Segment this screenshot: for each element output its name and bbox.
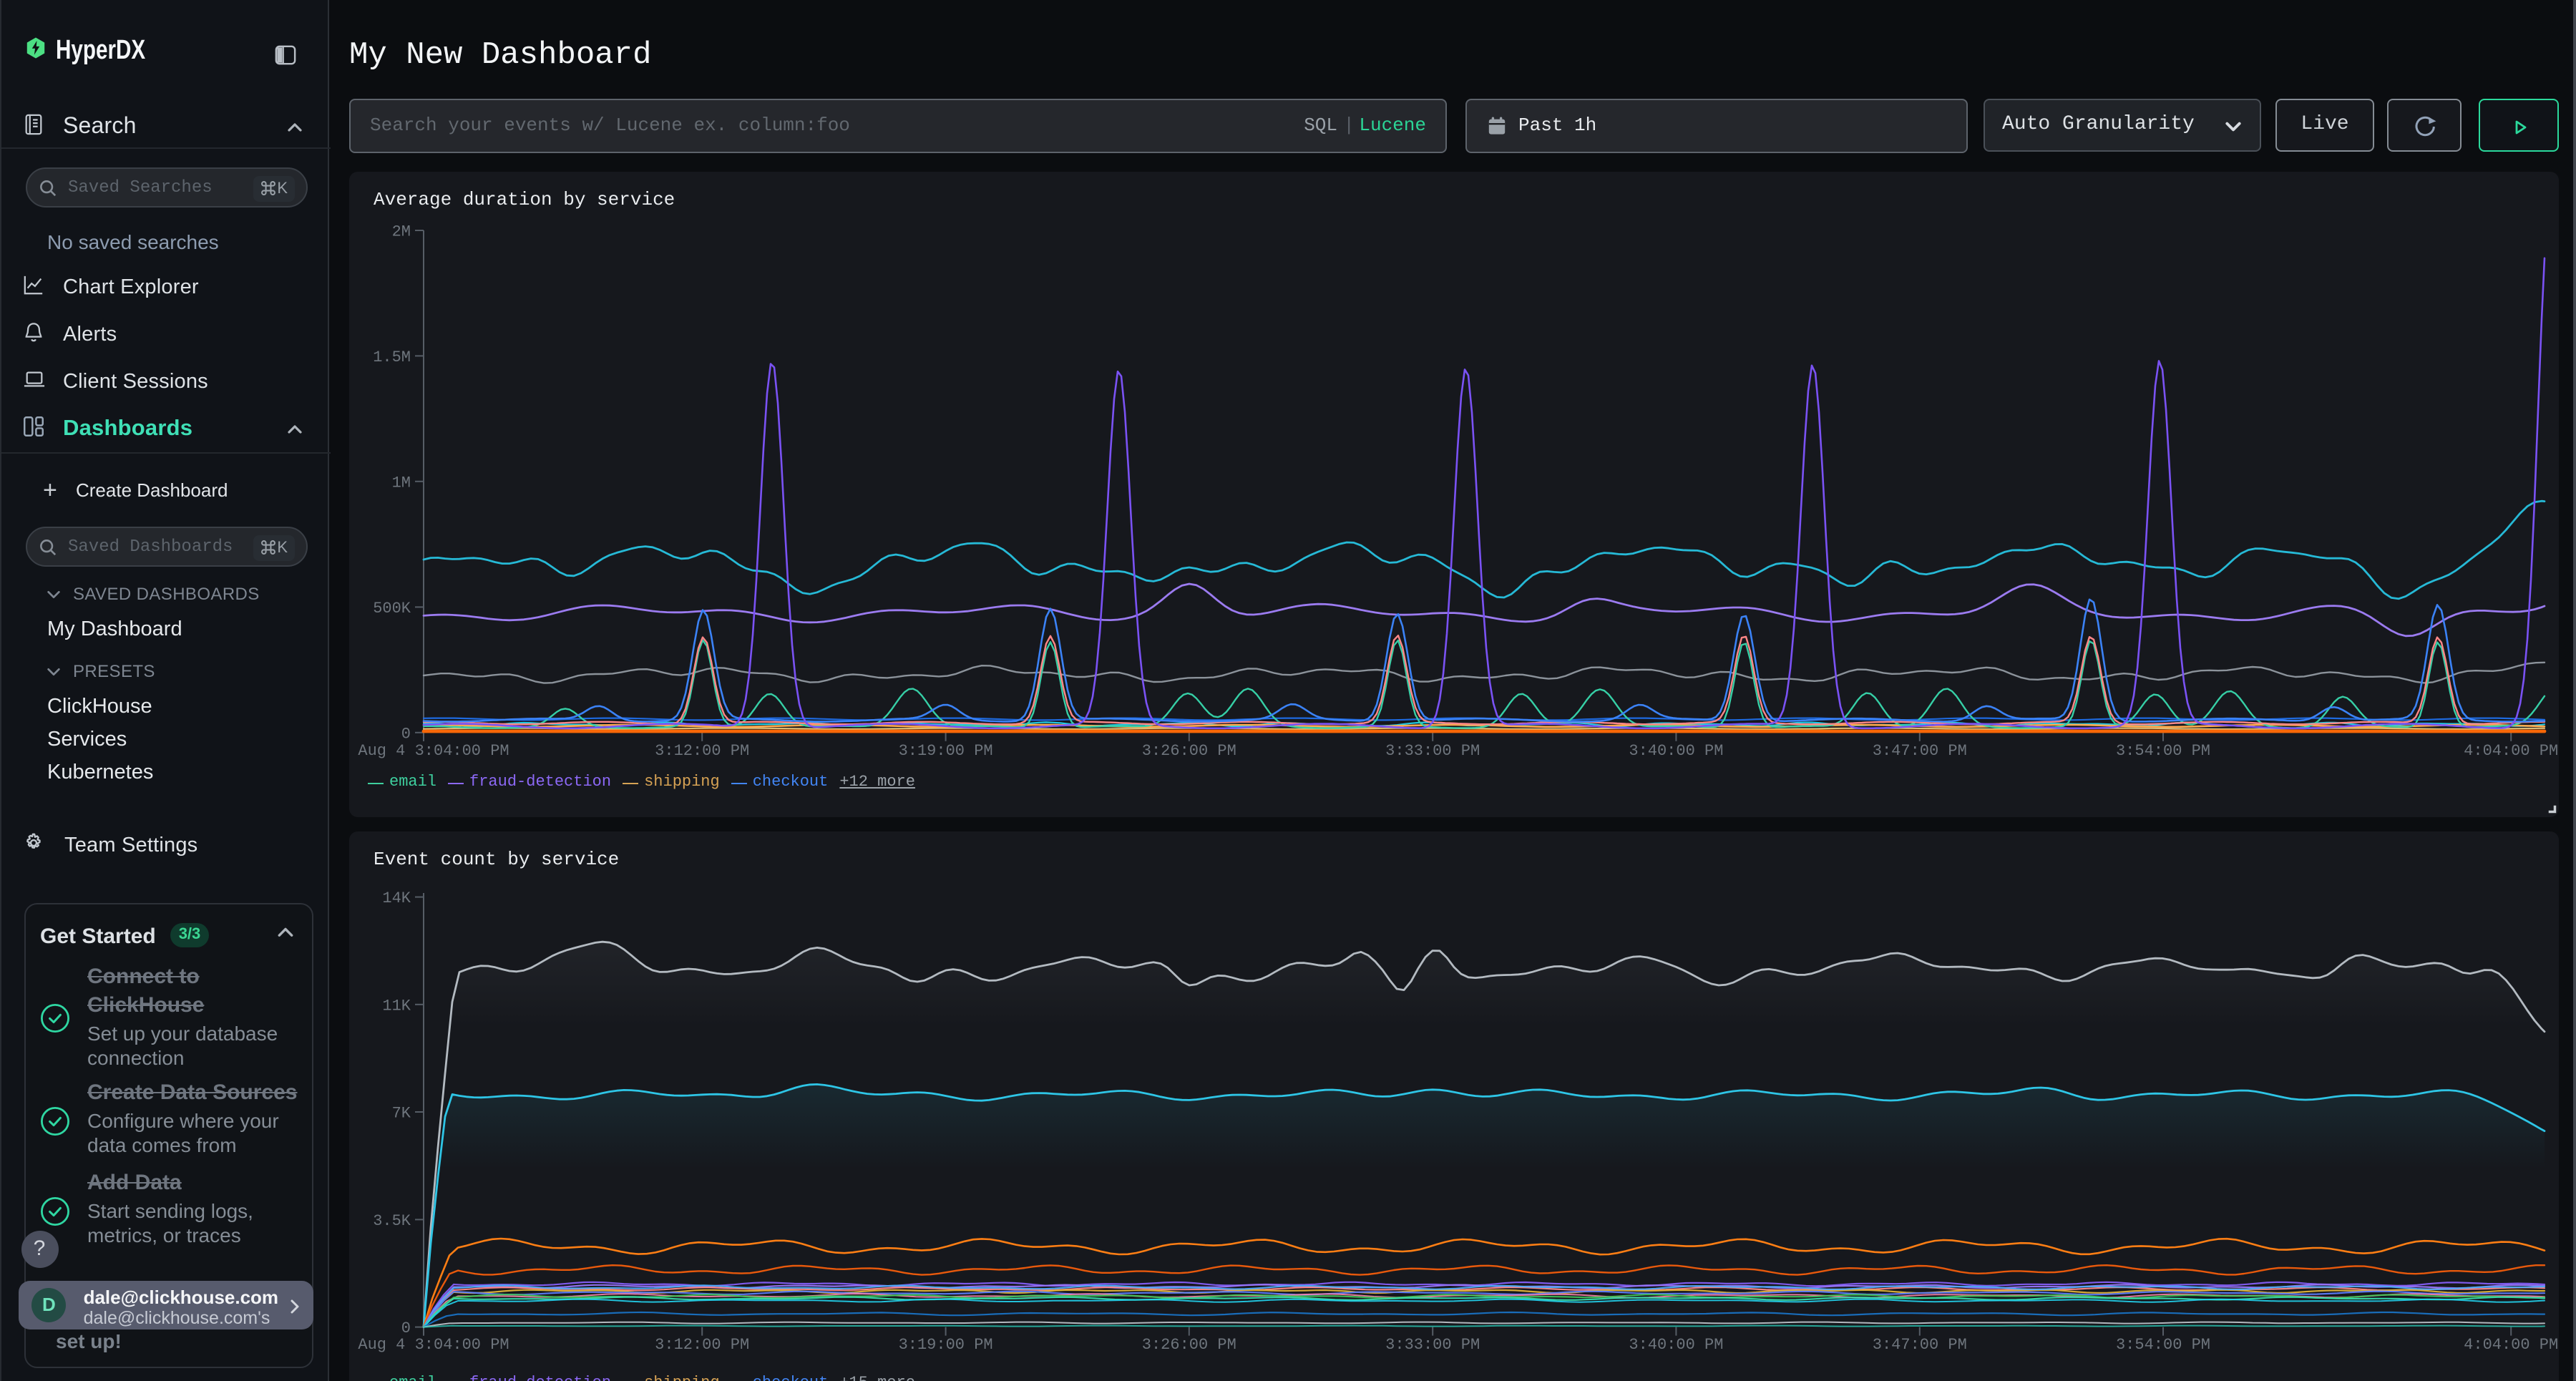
svg-text:1M: 1M [392,474,411,492]
svg-text:3:54:00 PM: 3:54:00 PM [2116,742,2210,760]
svg-text:3:40:00 PM: 3:40:00 PM [1629,1336,1723,1354]
svg-text:11K: 11K [382,997,411,1015]
svg-text:3:47:00 PM: 3:47:00 PM [1873,1336,1967,1354]
svg-text:3:47:00 PM: 3:47:00 PM [1873,742,1967,760]
svg-text:3:19:00 PM: 3:19:00 PM [899,742,993,760]
svg-text:3.5K: 3.5K [373,1212,411,1230]
svg-text:3:33:00 PM: 3:33:00 PM [1385,1336,1480,1354]
svg-text:3:19:00 PM: 3:19:00 PM [899,1336,993,1354]
svg-text:14K: 14K [382,889,411,907]
svg-text:500K: 500K [373,600,411,618]
svg-text:0: 0 [401,1319,411,1337]
svg-text:Aug 4 3:04:00 PM: Aug 4 3:04:00 PM [358,742,509,760]
svg-text:1.5M: 1.5M [373,348,411,366]
svg-text:Aug 4 3:04:00 PM: Aug 4 3:04:00 PM [358,1336,509,1354]
svg-text:4:04:00 PM: 4:04:00 PM [2464,742,2558,760]
svg-text:0: 0 [401,725,411,743]
svg-text:3:12:00 PM: 3:12:00 PM [655,742,749,760]
svg-text:4:04:00 PM: 4:04:00 PM [2464,1336,2558,1354]
svg-text:3:40:00 PM: 3:40:00 PM [1629,742,1723,760]
svg-text:7K: 7K [392,1105,411,1123]
svg-text:3:26:00 PM: 3:26:00 PM [1142,742,1236,760]
svg-text:3:33:00 PM: 3:33:00 PM [1385,742,1480,760]
svg-text:3:26:00 PM: 3:26:00 PM [1142,1336,1236,1354]
svg-text:2M: 2M [392,223,411,241]
svg-text:3:12:00 PM: 3:12:00 PM [655,1336,749,1354]
svg-text:3:54:00 PM: 3:54:00 PM [2116,1336,2210,1354]
